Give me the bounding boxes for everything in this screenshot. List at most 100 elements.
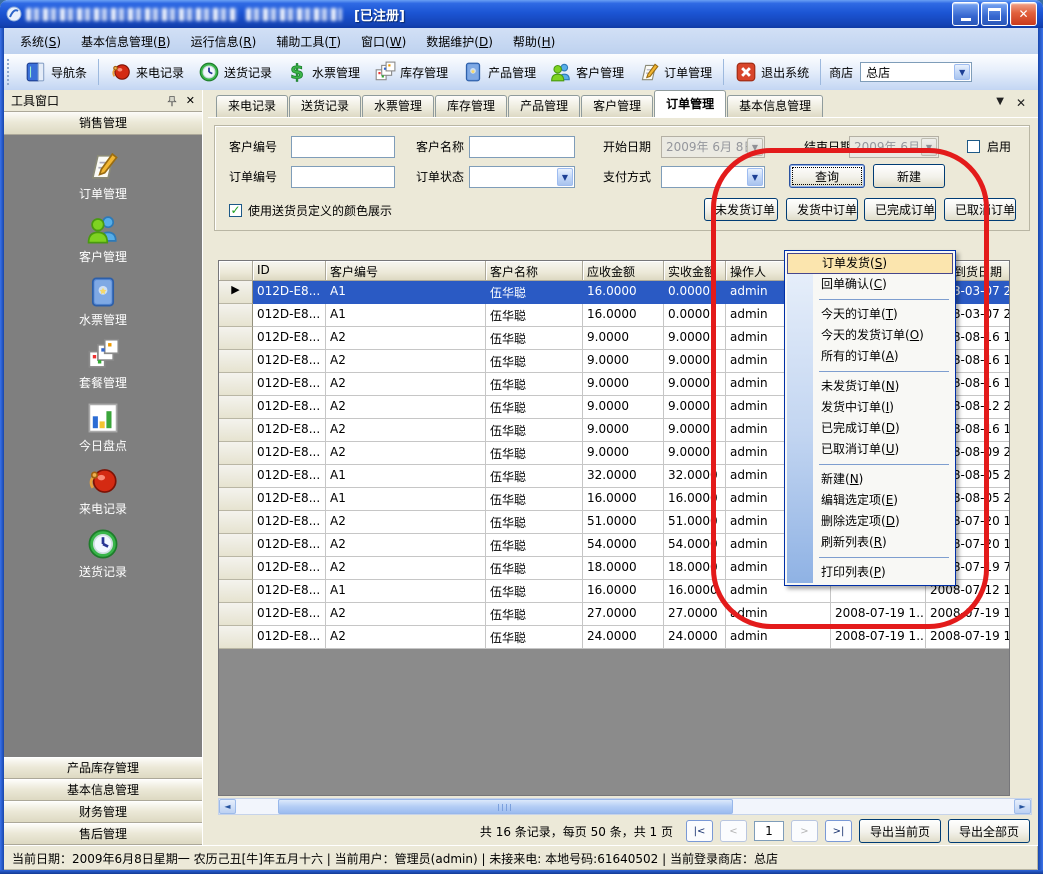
grid-cell-receivable[interactable]: 9.0000 <box>583 396 664 419</box>
menubar-item-window[interactable]: 窗口(W) <box>351 30 416 53</box>
grid-cell-customer-name[interactable]: 伍华聪 <box>486 465 583 488</box>
toolbar-button-exit[interactable]: 退出系统 <box>728 58 816 86</box>
tool-window-close-icon[interactable]: ✕ <box>186 94 195 107</box>
row-selector-cell[interactable] <box>219 534 253 557</box>
grid-cell-received[interactable]: 9.0000 <box>664 442 726 465</box>
context-menu-item-shipping-orders[interactable]: 发货中订单(I) <box>787 397 953 418</box>
grid-cell-receivable[interactable]: 16.0000 <box>583 488 664 511</box>
grid-cell-receivable[interactable]: 9.0000 <box>583 442 664 465</box>
order-status-select[interactable]: ▼ <box>469 166 575 188</box>
chevron-down-icon[interactable]: ▼ <box>747 168 763 186</box>
grid-cell-customer-name[interactable]: 伍华聪 <box>486 396 583 419</box>
grid-cell-customer-name[interactable]: 伍华聪 <box>486 442 583 465</box>
menubar-item-system[interactable]: 系统(S) <box>10 30 71 53</box>
grid-cell-received[interactable]: 0.0000 <box>664 281 726 304</box>
scroll-left-icon[interactable]: ◄ <box>219 799 236 814</box>
menubar-item-tools[interactable]: 辅助工具(T) <box>266 30 351 53</box>
row-selector-cell[interactable] <box>219 557 253 580</box>
grid-cell-id[interactable]: 012D-E8... <box>253 304 326 327</box>
grid-cell-customer-name[interactable]: 伍华聪 <box>486 534 583 557</box>
prev-page-button[interactable]: < <box>720 820 747 842</box>
grid-cell-receivable[interactable]: 9.0000 <box>583 373 664 396</box>
grid-cell-customer-no[interactable]: A2 <box>326 442 486 465</box>
maximize-button[interactable] <box>981 2 1008 26</box>
tab-basic-info[interactable]: 基本信息管理 <box>727 95 823 117</box>
context-menu-item-receipt-confirm[interactable]: 回单确认(C) <box>787 274 953 295</box>
grid-cell-id[interactable]: 012D-E8... <box>253 488 326 511</box>
grid-column-header[interactable]: ID <box>253 261 326 281</box>
chevron-down-icon[interactable]: ▼ <box>954 64 970 80</box>
grid-cell-received[interactable]: 0.0000 <box>664 304 726 327</box>
sidebar-section-basic-info[interactable]: 基本信息管理 <box>4 779 202 801</box>
scrollbar-thumb[interactable] <box>278 799 733 814</box>
sidebar-item-customer[interactable]: 客户管理 <box>4 212 202 265</box>
grid-column-header[interactable]: 客户编号 <box>326 261 486 281</box>
filter-unshipped-orders-button[interactable]: 未发货订单 <box>704 198 778 221</box>
context-menu-item-delete-selected[interactable]: 删除选定项(D) <box>787 511 953 532</box>
grid-cell-received[interactable]: 54.0000 <box>664 534 726 557</box>
grid-column-header[interactable]: 应收金额 <box>583 261 664 281</box>
grid-cell-receivable[interactable]: 16.0000 <box>583 304 664 327</box>
grid-column-header[interactable]: 实收金额 <box>664 261 726 281</box>
grid-cell-received[interactable]: 9.0000 <box>664 327 726 350</box>
page-number-input[interactable] <box>754 821 784 841</box>
scroll-right-icon[interactable]: ► <box>1014 799 1031 814</box>
customer-no-input[interactable] <box>291 136 395 158</box>
grid-cell-received[interactable]: 9.0000 <box>664 396 726 419</box>
scrollbar-track[interactable] <box>236 799 1014 814</box>
toolbar-button-product[interactable]: 产品管理 <box>455 58 543 86</box>
grid-cell-customer-no[interactable]: A1 <box>326 304 486 327</box>
toolbar-button-nav-bar[interactable]: 导航条 <box>18 58 94 86</box>
store-select[interactable]: 总店 ▼ <box>860 62 972 82</box>
toolbar-button-water-ticket[interactable]: $水票管理 <box>279 58 367 86</box>
grid-cell-received[interactable]: 24.0000 <box>664 626 726 649</box>
grid-cell-id[interactable]: 012D-E8... <box>253 580 326 603</box>
row-selector-cell[interactable] <box>219 465 253 488</box>
grid-cell-customer-no[interactable]: A2 <box>326 603 486 626</box>
grid-cell-customer-no[interactable]: A1 <box>326 488 486 511</box>
row-selector-cell[interactable] <box>219 327 253 350</box>
toolbar-grip[interactable] <box>7 59 13 85</box>
grid-cell-received[interactable]: 32.0000 <box>664 465 726 488</box>
end-date-picker[interactable]: 2009年 6月 8日 ▼ <box>849 136 939 158</box>
row-selector-cell[interactable] <box>219 511 253 534</box>
grid-cell-receivable[interactable]: 16.0000 <box>583 281 664 304</box>
context-menu-item-ship-order[interactable]: 订单发货(S) <box>787 253 953 274</box>
grid-cell-received[interactable]: 16.0000 <box>664 488 726 511</box>
chevron-down-icon[interactable]: ▼ <box>557 168 573 186</box>
grid-cell-id[interactable]: 012D-E8... <box>253 281 326 304</box>
sidebar-item-call-records[interactable]: 来电记录 <box>4 464 202 517</box>
context-menu-item-edit-selected[interactable]: 编辑选定项(E) <box>787 490 953 511</box>
minimize-button[interactable] <box>952 2 979 26</box>
toolbar-button-inventory[interactable]: 库存管理 <box>367 58 455 86</box>
sidebar-item-delivery-records[interactable]: 送货记录 <box>4 527 202 580</box>
row-selector-cell[interactable] <box>219 603 253 626</box>
menubar-item-data-maintenance[interactable]: 数据维护(D) <box>416 30 503 53</box>
context-menu-item-new-order[interactable]: 新建(N) <box>787 469 953 490</box>
context-menu-item-all-orders[interactable]: 所有的订单(A) <box>787 346 953 367</box>
tab-call-records[interactable]: 来电记录 <box>216 95 288 117</box>
row-selector-cell[interactable] <box>219 580 253 603</box>
grid-cell-customer-name[interactable]: 伍华聪 <box>486 304 583 327</box>
grid-cell-customer-no[interactable]: A1 <box>326 580 486 603</box>
grid-row[interactable]: 012D-E8...A2伍华聪24.000024.0000admin2008-0… <box>219 626 1009 649</box>
grid-cell-received[interactable]: 9.0000 <box>664 373 726 396</box>
grid-cell-receivable[interactable]: 18.0000 <box>583 557 664 580</box>
grid-cell-customer-no[interactable]: A2 <box>326 327 486 350</box>
toolbar-button-call-records[interactable]: 来电记录 <box>103 58 191 86</box>
grid-cell-id[interactable]: 012D-E8... <box>253 603 326 626</box>
row-selector-cell[interactable] <box>219 626 253 649</box>
grid-cell-order-date[interactable]: 2008-07-19 1... <box>831 626 926 649</box>
last-page-button[interactable]: >| <box>825 820 852 842</box>
pin-icon[interactable] <box>166 95 178 107</box>
grid-cell-receivable[interactable]: 24.0000 <box>583 626 664 649</box>
menubar-item-run-info[interactable]: 运行信息(R) <box>181 30 267 53</box>
row-selector-cell[interactable] <box>219 419 253 442</box>
grid-cell-id[interactable]: 012D-E8... <box>253 511 326 534</box>
menubar-item-help[interactable]: 帮助(H) <box>503 30 565 53</box>
grid-cell-received[interactable]: 18.0000 <box>664 557 726 580</box>
context-menu-item-completed-orders[interactable]: 已完成订单(D) <box>787 418 953 439</box>
row-selector-cell[interactable]: ▶ <box>219 281 253 304</box>
grid-cell-id[interactable]: 012D-E8... <box>253 626 326 649</box>
grid-cell-required-date[interactable]: 2008-07-19 1... <box>926 626 1010 649</box>
